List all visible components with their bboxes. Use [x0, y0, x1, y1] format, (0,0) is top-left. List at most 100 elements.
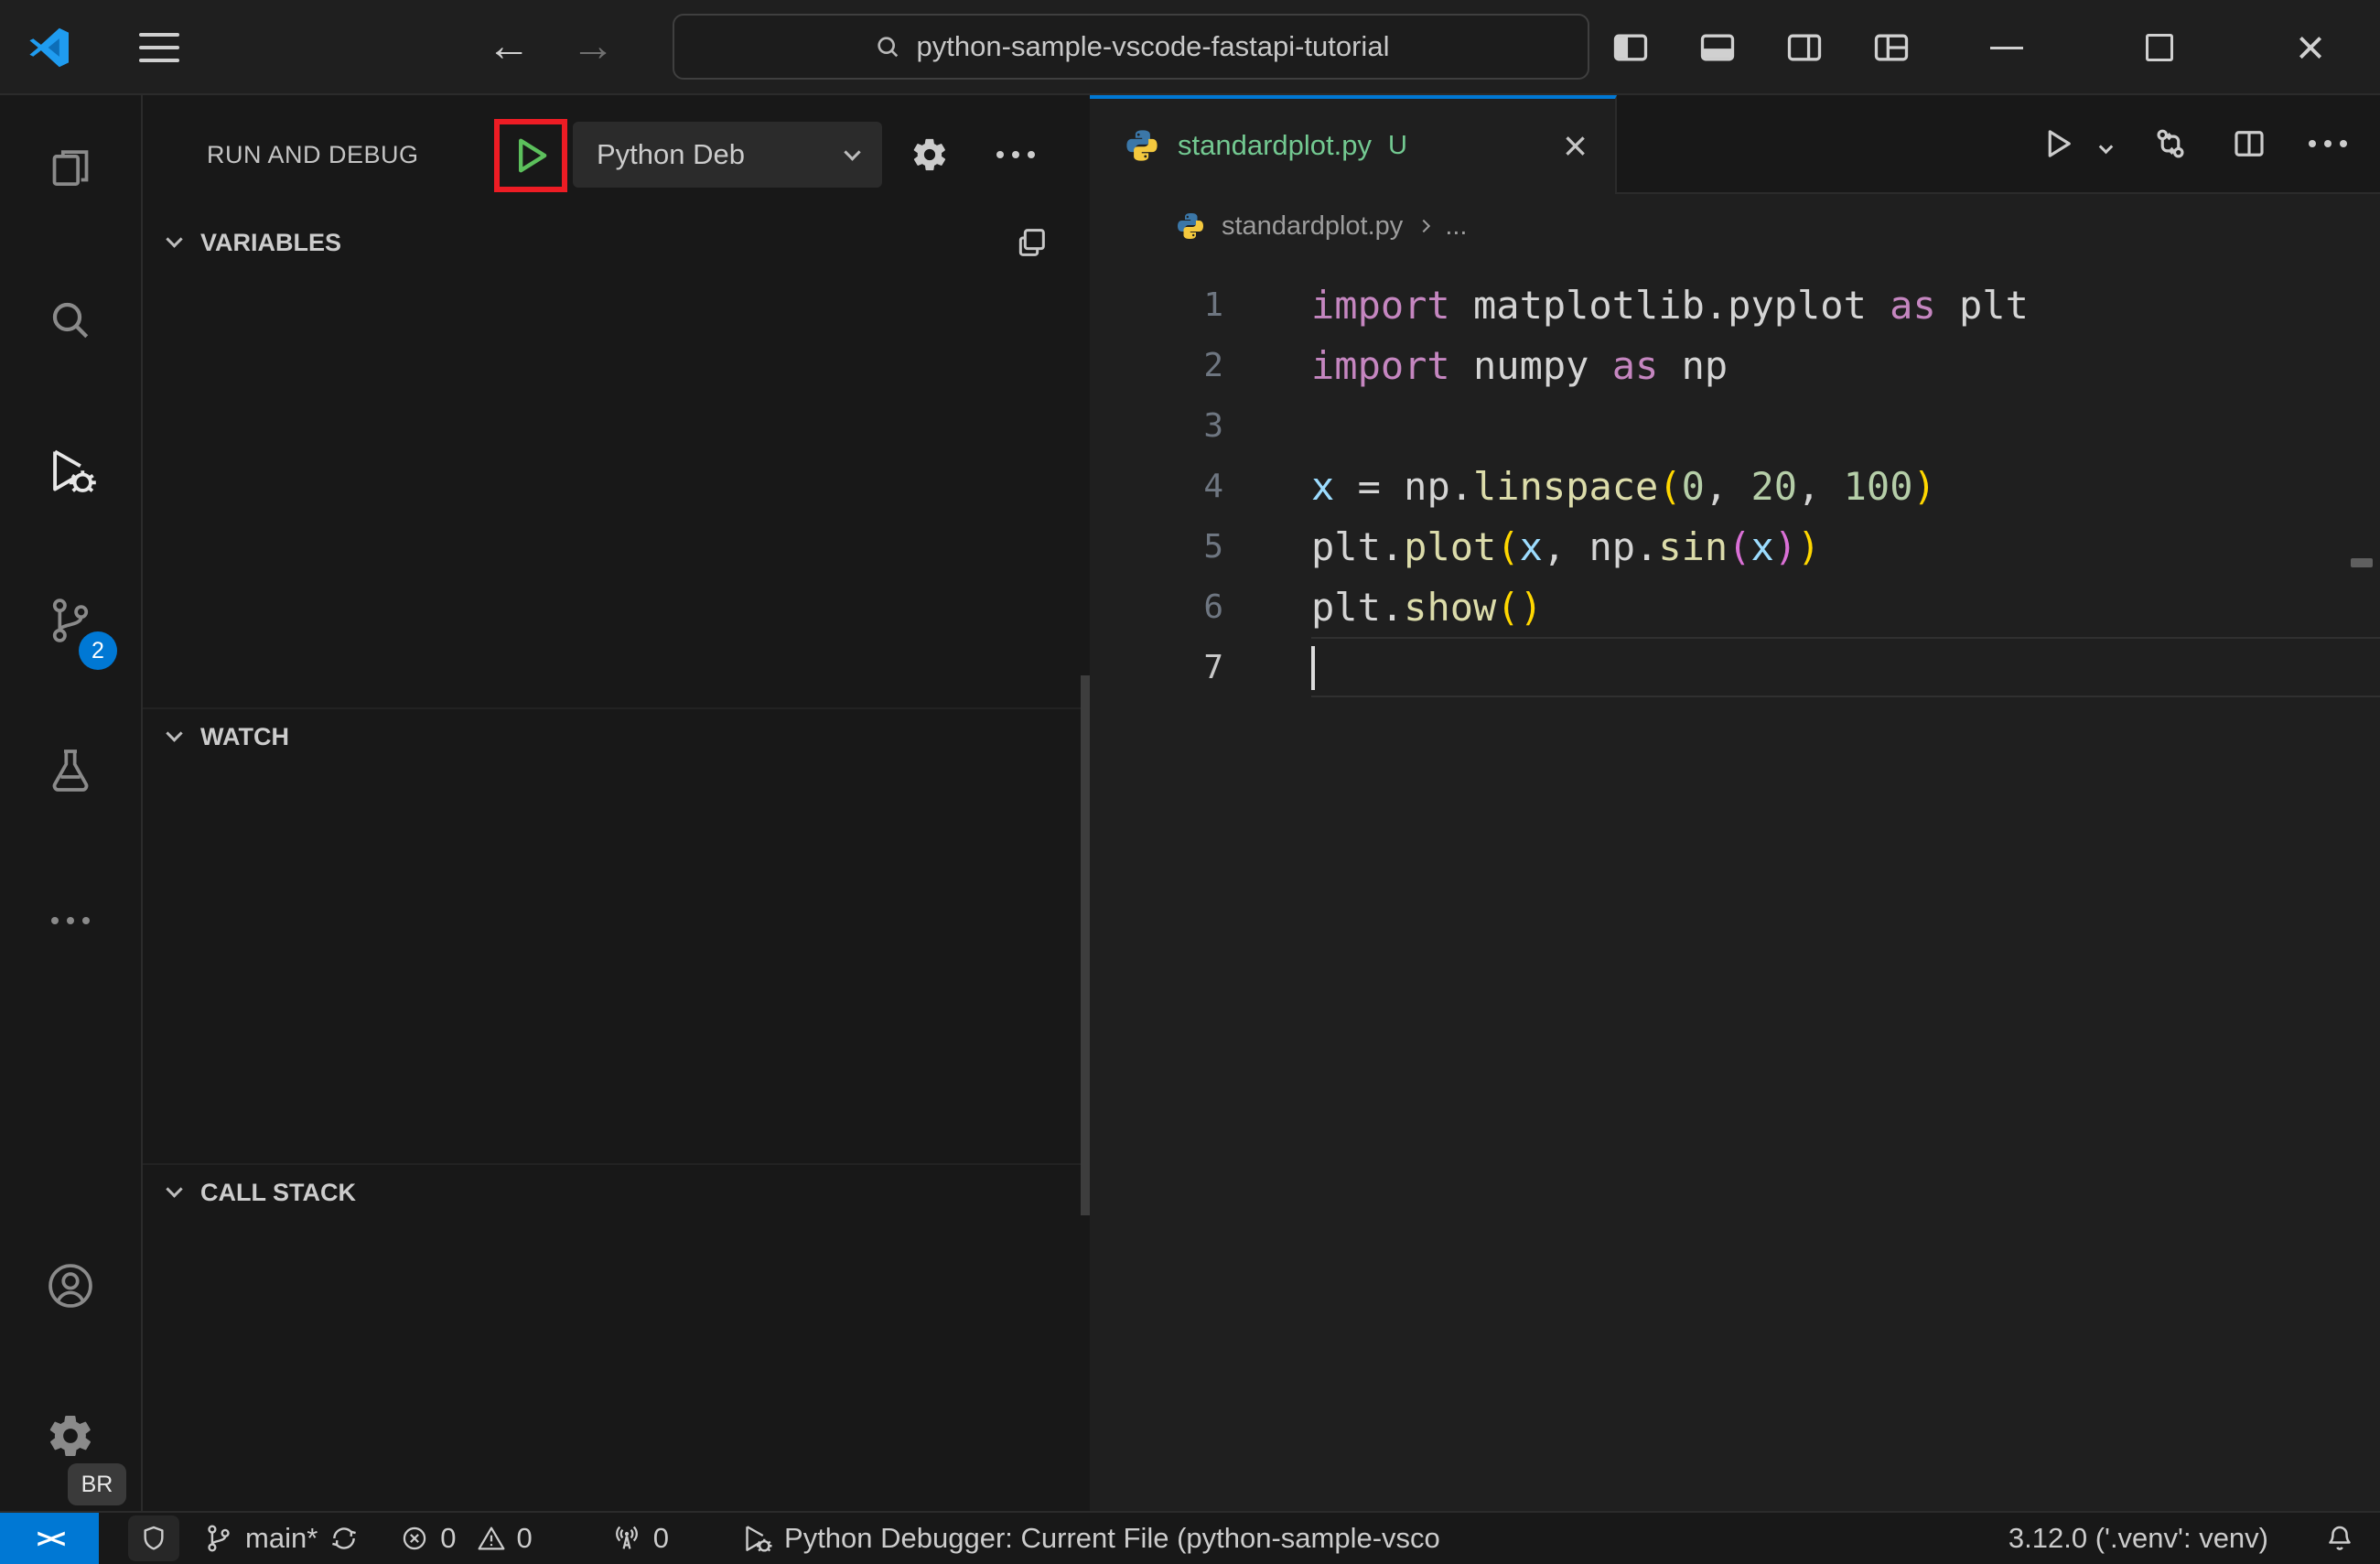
- line-content: plt. plot(x, np. sin(x)): [1311, 516, 2380, 577]
- debug-settings-button[interactable]: [895, 95, 964, 214]
- radio-tower-icon: [611, 1523, 642, 1554]
- run-dropdown-chevron-icon[interactable]: [2098, 139, 2114, 154]
- tab-close-button[interactable]: ×: [1563, 121, 1588, 170]
- open-changes-icon[interactable]: [2151, 124, 2190, 163]
- code-token: (: [1496, 584, 1520, 630]
- workspace-trust-button[interactable]: [128, 1515, 179, 1561]
- code-line[interactable]: 2 import numpy as np: [1090, 335, 2380, 395]
- activity-item-testing[interactable]: [0, 696, 141, 846]
- line-content: plt. show(): [1311, 577, 2380, 637]
- split-editor-button[interactable]: [2230, 124, 2268, 163]
- branch-status[interactable]: main*: [203, 1522, 360, 1555]
- code-line[interactable]: 1 import matplotlib.pyplot as plt: [1090, 275, 2380, 335]
- code-token: plot: [1404, 523, 1497, 569]
- sidebar-scrollbar[interactable]: [1081, 675, 1090, 1215]
- minimize-button[interactable]: [1975, 0, 2039, 95]
- gear-icon: [46, 1411, 95, 1461]
- section-label: VARIABLES: [200, 228, 342, 256]
- code-token: np.: [1588, 523, 1659, 569]
- chevron-right-icon: [1417, 219, 1431, 233]
- search-icon: [873, 32, 902, 61]
- chevron-down-icon: [844, 143, 861, 161]
- copy-icon[interactable]: [1013, 214, 1050, 271]
- beaker-icon: [45, 745, 96, 796]
- code-token: 100: [1843, 463, 1913, 509]
- chevron-down-icon: [166, 1180, 183, 1198]
- run-python-file-button[interactable]: [2039, 124, 2077, 163]
- code-token: plt: [1935, 282, 2029, 328]
- section-label: CALL STACK: [200, 1178, 356, 1206]
- vscode-logo-icon: [27, 26, 71, 70]
- code-token: ): [1519, 584, 1543, 630]
- section-label: WATCH: [200, 722, 289, 750]
- debug-config-dropdown[interactable]: Python Deb: [573, 122, 882, 188]
- customize-layout-button[interactable]: [1868, 0, 1913, 95]
- code-token: linspace: [1473, 463, 1659, 509]
- line-number[interactable]: 1: [1090, 286, 1311, 324]
- debug-status[interactable]: Python Debugger: Current File (python-sa…: [740, 1522, 1440, 1555]
- line-number[interactable]: 6: [1090, 588, 1311, 626]
- editor-more-actions-button[interactable]: [2309, 140, 2347, 147]
- menu-icon[interactable]: [139, 33, 179, 62]
- panel-title: RUN AND DEBUG: [207, 140, 419, 168]
- line-content: import matplotlib.pyplot as plt: [1311, 275, 2380, 335]
- remote-indicator[interactable]: ><: [0, 1513, 99, 1564]
- code-token: =: [1334, 463, 1405, 509]
- vscode-window: ← → python-sample-vscode-fastapi-tutoria…: [0, 0, 2380, 1564]
- activity-item-source-control[interactable]: 2: [0, 545, 141, 696]
- command-center-search[interactable]: python-sample-vscode-fastapi-tutorial: [673, 14, 1589, 80]
- call-stack-panel-body: [143, 1220, 1090, 1511]
- back-button[interactable]: ←: [479, 13, 538, 79]
- code-token: ): [1912, 463, 1936, 509]
- toggle-panel-button[interactable]: [1696, 0, 1740, 95]
- section-header-variables[interactable]: VARIABLES: [143, 214, 1090, 271]
- activity-item-run-debug[interactable]: [0, 395, 141, 545]
- toggle-sidebar-button[interactable]: [1609, 0, 1653, 95]
- line-number[interactable]: 4: [1090, 468, 1311, 505]
- code-line[interactable]: 3: [1090, 395, 2380, 456]
- title-bar: ← → python-sample-vscode-fastapi-tutoria…: [0, 0, 2380, 95]
- code-token: import: [1311, 282, 1450, 328]
- python-icon: [1125, 128, 1159, 163]
- status-bar: >< main* 0 0 0 Python Debugger: Current …: [0, 1511, 2380, 1564]
- source-control-badge: 2: [79, 631, 117, 670]
- notifications-button[interactable]: [2323, 1522, 2356, 1555]
- tab-standardplot[interactable]: standardplot.py U ×: [1090, 95, 1617, 194]
- branch-icon: [203, 1523, 234, 1554]
- code-line[interactable]: 5 plt. plot(x, np. sin(x)): [1090, 516, 2380, 577]
- python-version-status[interactable]: 3.12.0 ('.venv': venv): [2008, 1522, 2268, 1555]
- code-line[interactable]: 7: [1090, 637, 2380, 697]
- line-number[interactable]: 3: [1090, 407, 1311, 445]
- toggle-secondary-sidebar-button[interactable]: [1782, 0, 1827, 95]
- variables-panel-body: [143, 271, 1090, 707]
- breadcrumb-symbol[interactable]: ...: [1445, 211, 1467, 242]
- activity-item-search[interactable]: [0, 245, 141, 395]
- activity-item-more[interactable]: [0, 846, 141, 996]
- maximize-button[interactable]: [2127, 0, 2192, 95]
- shield-icon: [139, 1524, 168, 1553]
- ports-status[interactable]: 0: [611, 1522, 669, 1555]
- activity-item-settings[interactable]: BR: [0, 1361, 141, 1511]
- start-debugging-button[interactable]: [503, 128, 558, 183]
- section-header-watch[interactable]: WATCH: [143, 707, 1090, 764]
- line-number[interactable]: 5: [1090, 528, 1311, 566]
- close-button[interactable]: ×: [2278, 0, 2342, 95]
- line-number[interactable]: 2: [1090, 347, 1311, 384]
- section-header-call-stack[interactable]: CALL STACK: [143, 1163, 1090, 1220]
- problems-status[interactable]: 0 0: [400, 1522, 533, 1555]
- forward-button[interactable]: →: [564, 13, 622, 79]
- debug-config-value: Python Deb: [597, 138, 745, 170]
- activity-item-account[interactable]: [0, 1211, 141, 1361]
- text-cursor: [1311, 646, 1315, 690]
- line-number[interactable]: 7: [1090, 649, 1311, 686]
- activity-item-explorer[interactable]: [0, 95, 141, 245]
- ports-count: 0: [652, 1522, 670, 1554]
- code-line[interactable]: 6 plt. show(): [1090, 577, 2380, 637]
- code-token: (: [1496, 523, 1520, 569]
- code-line[interactable]: 4x = np. linspace(0, 20, 100): [1090, 456, 2380, 516]
- gear-icon: [910, 135, 949, 174]
- panel-more-actions-button[interactable]: [981, 95, 1050, 214]
- code-token: 0: [1681, 463, 1705, 509]
- breadcrumb-file[interactable]: standardplot.py: [1222, 211, 1403, 242]
- code-lines: 1 import matplotlib.pyplot as plt 2 import …: [1090, 258, 2380, 1511]
